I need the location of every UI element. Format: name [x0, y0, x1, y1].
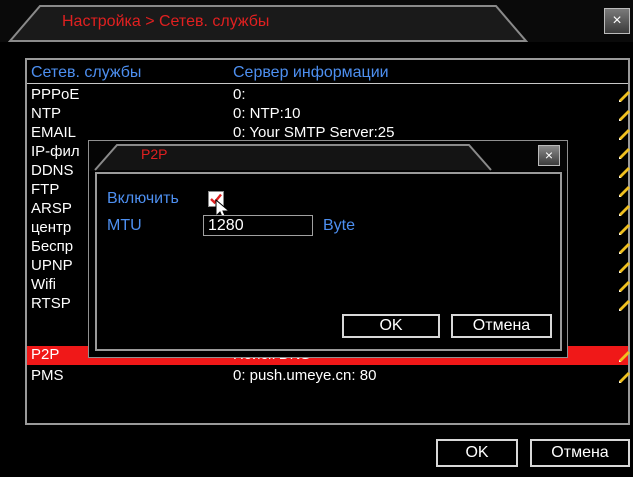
service-name: FTP	[31, 181, 60, 198]
pencil-icon[interactable]	[618, 89, 632, 103]
cancel-button[interactable]: Отмена	[530, 439, 630, 467]
close-icon[interactable]: ×	[604, 8, 630, 34]
pencil-icon[interactable]	[618, 349, 632, 363]
enable-label: Включить	[107, 190, 179, 207]
service-name: центр	[31, 219, 72, 236]
service-info: 0: NTP:10	[233, 105, 301, 122]
column-header-info: Сервер информации	[233, 64, 389, 81]
window-title: Настройка > Сетев. службы	[62, 13, 270, 30]
mtu-input[interactable]: 1280	[203, 215, 313, 236]
pencil-icon[interactable]	[618, 127, 632, 141]
service-info: 0: push.umeye.cn: 80	[233, 367, 377, 384]
service-name: PPPoE	[31, 86, 80, 103]
service-name: RTSP	[31, 295, 71, 312]
service-name: ARSP	[31, 200, 72, 217]
pencil-icon[interactable]	[618, 108, 632, 122]
service-name: Беспр	[31, 238, 74, 255]
mtu-label: MTU	[107, 217, 142, 234]
dialog-title: P2P	[141, 146, 168, 162]
service-info: 0:	[233, 86, 246, 103]
column-header-service: Сетев. службы	[31, 64, 142, 81]
pencil-icon[interactable]	[618, 146, 632, 160]
pencil-icon[interactable]	[618, 203, 632, 217]
pencil-icon[interactable]	[618, 298, 632, 312]
pencil-icon[interactable]	[618, 165, 632, 179]
pencil-icon[interactable]	[618, 370, 632, 384]
service-name: IP-фил	[31, 143, 80, 160]
pencil-icon[interactable]	[618, 184, 632, 198]
pencil-icon[interactable]	[618, 241, 632, 255]
service-name: PMS	[31, 367, 64, 384]
ok-button[interactable]: OK	[436, 439, 518, 467]
service-name: UPNP	[31, 257, 73, 274]
service-info: 0: Your SMTP Server:25	[233, 124, 395, 141]
pencil-icon[interactable]	[618, 279, 632, 293]
close-icon[interactable]: ×	[538, 145, 560, 166]
service-name: Wifi	[31, 276, 56, 293]
pencil-icon[interactable]	[618, 260, 632, 274]
service-name: EMAIL	[31, 124, 77, 141]
mtu-unit-label: Byte	[323, 217, 356, 234]
dialog-cancel-button[interactable]: Отмена	[451, 314, 552, 338]
table-row[interactable]: NTP 0: NTP:10	[27, 105, 630, 124]
table-row[interactable]: PMS 0: push.umeye.cn: 80	[27, 367, 630, 386]
service-name: NTP	[31, 105, 61, 122]
table-row[interactable]: PPPoE 0:	[27, 86, 630, 105]
dialog-ok-button[interactable]: OK	[342, 314, 440, 338]
service-name: DDNS	[31, 162, 74, 179]
header-divider	[27, 83, 628, 84]
service-name: P2P	[31, 346, 60, 363]
pencil-icon[interactable]	[618, 222, 632, 236]
